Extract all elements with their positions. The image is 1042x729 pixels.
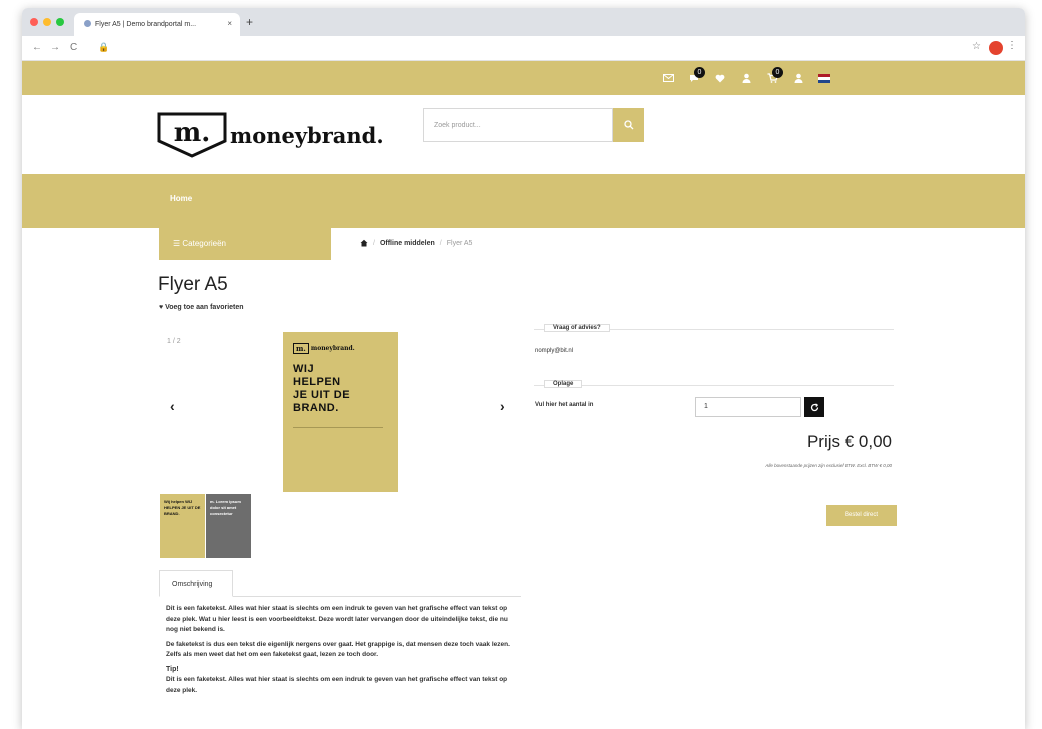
order-button[interactable]: Bestel direct <box>826 505 897 526</box>
reload-icon[interactable]: C <box>70 42 77 53</box>
description-paragraph: De faketekst is dus een tekst die eigenl… <box>166 640 510 659</box>
breadcrumb-current: Flyer A5 <box>446 239 473 247</box>
address-bar: ← → C 🔒 ☆ ⋮ <box>22 36 1025 61</box>
site-logo[interactable]: m. moneybrand. <box>156 111 384 159</box>
product-price: Prijs € 0,00 <box>806 432 892 451</box>
description-paragraph: Dit is een faketekst. Alles wat hier sta… <box>166 605 508 633</box>
product-image: m. moneybrand. WIJ HELPEN JE UIT DE BRAN… <box>283 332 398 492</box>
quantity-fieldset: Oplage <box>534 380 894 388</box>
poster-headline: WIJ HELPEN JE UIT DE BRAND. <box>293 363 351 414</box>
language-flag-icon[interactable] <box>811 61 837 95</box>
close-tab-icon[interactable]: × <box>227 19 232 28</box>
advice-legend: Vraag of advies? <box>544 324 610 332</box>
back-icon[interactable]: ← <box>32 42 42 53</box>
breadcrumb: / Offline middelen / Flyer A5 <box>360 239 472 247</box>
breadcrumb-separator: / <box>373 239 375 247</box>
advice-fieldset: Vraag of advies? <box>534 324 894 332</box>
categories-toggle[interactable]: ☰ Categorieën <box>159 228 331 260</box>
site-header: m. moneybrand. Zoek product... <box>22 95 1025 174</box>
tab-title: Flyer A5 | Demo brandportal m... <box>95 21 197 28</box>
refresh-price-button[interactable] <box>804 397 824 417</box>
nav-home-link[interactable]: Home <box>170 194 192 203</box>
heart-icon[interactable] <box>707 61 733 95</box>
previous-image-arrow[interactable]: ‹ <box>170 398 175 414</box>
quantity-legend: Oplage <box>544 380 583 388</box>
logo-text: moneybrand. <box>230 122 384 148</box>
poster-logo: m. moneybrand. <box>293 343 388 354</box>
poster-logo-mark: m. <box>293 343 309 354</box>
close-window-button[interactable] <box>30 18 38 26</box>
search-input[interactable]: Zoek product... <box>423 108 613 142</box>
next-image-arrow[interactable]: › <box>500 398 505 414</box>
bookmark-star-icon[interactable]: ☆ <box>972 41 981 52</box>
account-icon[interactable] <box>785 61 811 95</box>
profile-avatar[interactable] <box>989 41 1003 55</box>
top-utility-bar: 0 0 <box>22 61 1025 95</box>
product-tabs: Omschrijving <box>159 570 521 597</box>
poster-logo-text: moneybrand. <box>310 345 355 352</box>
chat-badge: 0 <box>694 67 705 78</box>
logo-mark: m. <box>174 118 211 148</box>
tab-description[interactable]: Omschrijving <box>159 570 233 597</box>
mail-icon[interactable] <box>655 61 681 95</box>
product-description: Dit is een faketekst. Alles wat hier sta… <box>166 604 516 700</box>
favicon-icon <box>84 20 91 27</box>
thumbnail-back[interactable]: m. Lorem ipsum dolor sit amet consectetu… <box>206 494 251 558</box>
add-to-favorites-link[interactable]: ♥ Voeg toe aan favorieten <box>159 304 244 311</box>
tip-text: Dit is een faketekst. Alles wat hier sta… <box>166 676 508 694</box>
browser-tab-bar: Flyer A5 | Demo brandportal m... × + <box>22 8 1025 36</box>
browser-window: Flyer A5 | Demo brandportal m... × + ← →… <box>22 8 1025 729</box>
search-button[interactable] <box>613 108 644 142</box>
quantity-label: Vul hier het aantal in <box>535 402 594 408</box>
main-navigation: Home <box>22 174 1025 228</box>
breadcrumb-offline-middelen[interactable]: Offline middelen <box>380 240 435 247</box>
lock-icon: 🔒 <box>98 42 110 52</box>
new-tab-button[interactable]: + <box>246 15 253 29</box>
minimize-window-button[interactable] <box>43 18 51 26</box>
window-controls <box>30 18 64 26</box>
refresh-icon <box>810 402 818 411</box>
search-icon <box>623 120 633 130</box>
breadcrumb-separator: / <box>439 239 442 247</box>
cart-badge: 0 <box>772 67 783 78</box>
maximize-window-button[interactable] <box>56 18 64 26</box>
browser-tab[interactable]: Flyer A5 | Demo brandportal m... × <box>74 13 240 36</box>
image-counter: 1 / 2 <box>167 338 181 345</box>
quantity-input[interactable]: 1 <box>695 397 801 417</box>
advice-email[interactable]: nomply@bit.nl <box>535 348 573 354</box>
chat-icon[interactable]: 0 <box>681 61 707 95</box>
tip-heading: Tip! <box>166 665 179 673</box>
home-icon[interactable] <box>360 239 368 247</box>
cart-icon[interactable]: 0 <box>759 61 785 95</box>
thumbnail-front[interactable]: Wij helpen WIJ HELPEN JE UIT DE BRAND. <box>160 494 205 558</box>
product-title: Flyer A5 <box>158 274 228 295</box>
browser-menu-icon[interactable]: ⋮ <box>1007 40 1017 51</box>
vat-note: Alle bovenstaande prijzen zijn exclusief… <box>765 463 892 468</box>
forward-icon[interactable]: → <box>50 42 60 53</box>
logo-shield-icon: m. <box>157 112 227 158</box>
poster-divider <box>293 427 383 428</box>
user-icon[interactable] <box>733 61 759 95</box>
